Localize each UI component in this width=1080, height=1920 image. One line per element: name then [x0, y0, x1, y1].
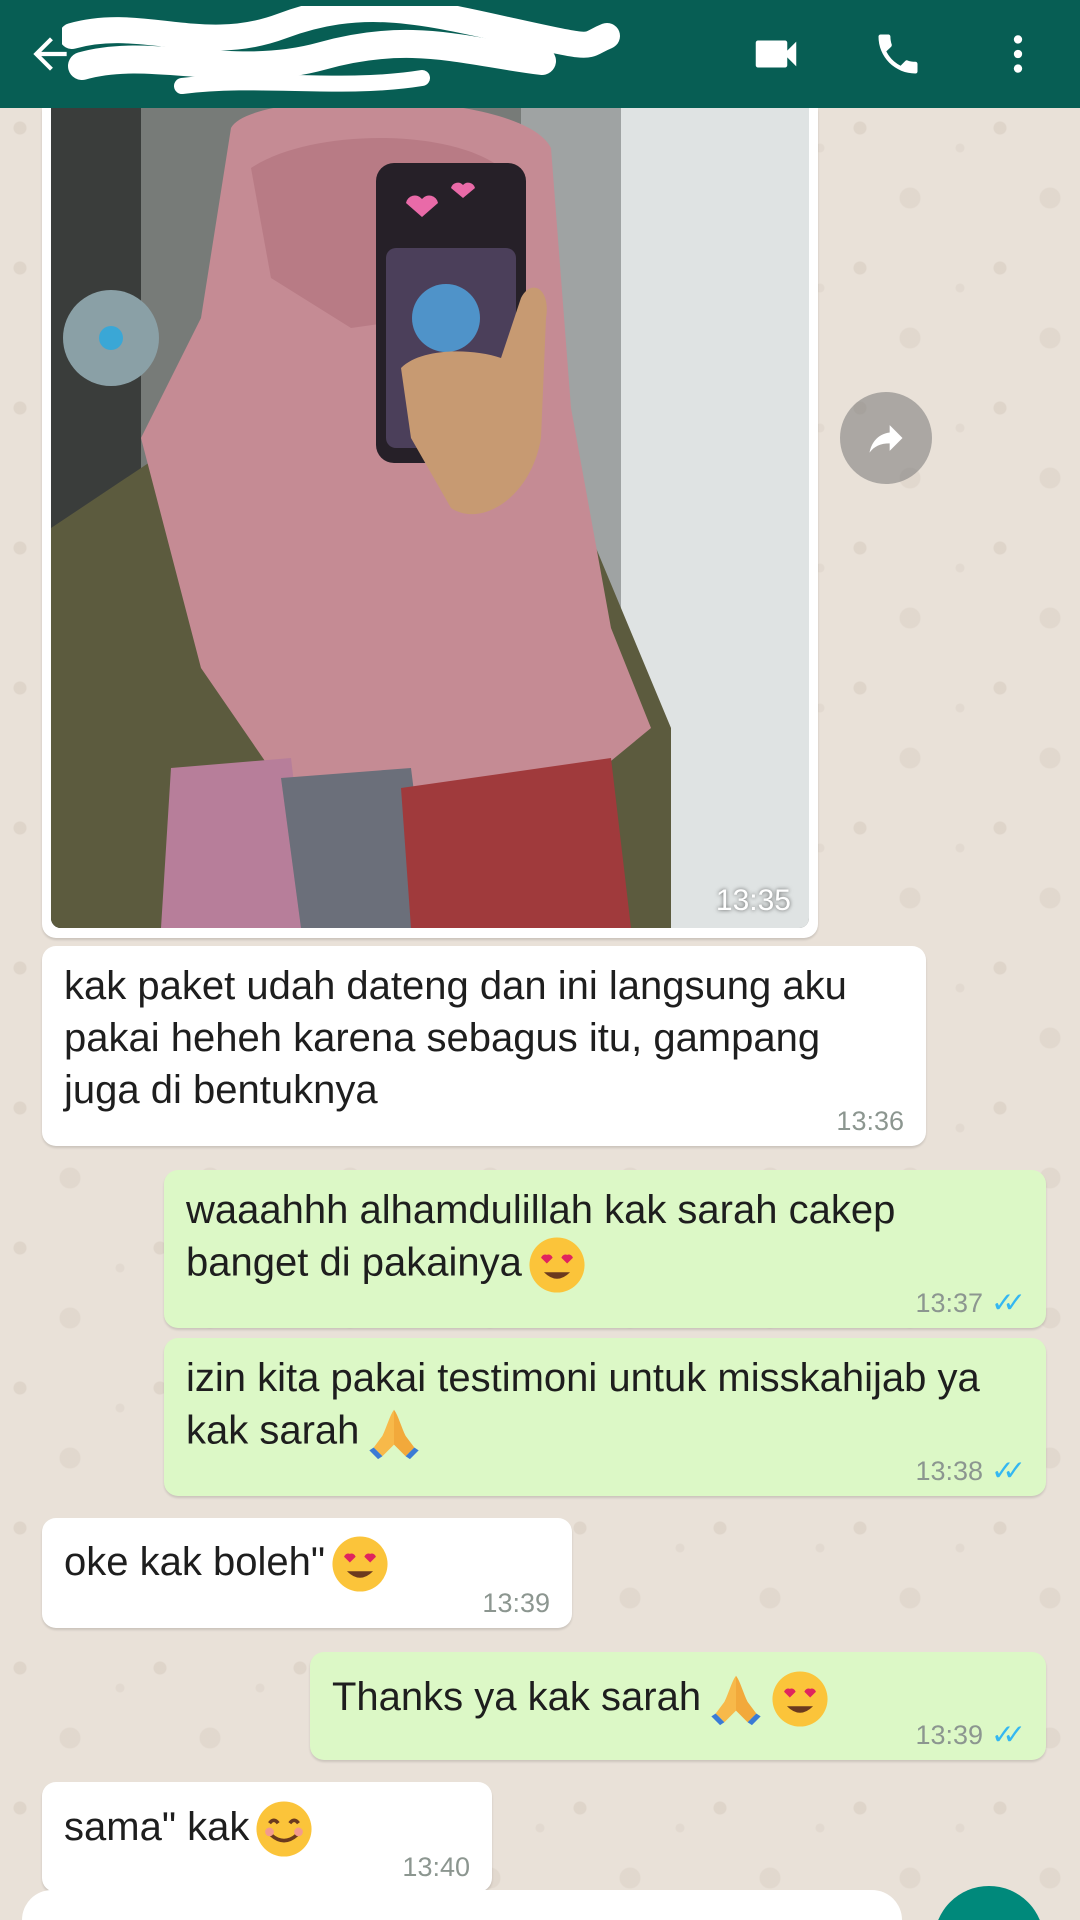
phone-icon: [878, 34, 918, 74]
message-time-label: 13:40: [402, 1852, 470, 1882]
message-text: izin kita pakai testimoni untuk misskahi…: [186, 1352, 1026, 1462]
message-bubble-outgoing[interactable]: izin kita pakai testimoni untuk misskahi…: [164, 1338, 1046, 1496]
message-text-content: Thanks ya kak sarah: [332, 1675, 702, 1719]
smiling-face-emoji-icon: [256, 1801, 312, 1857]
message-time: 13:39: [482, 1588, 550, 1618]
message-bubble-incoming[interactable]: sama" kak 13:40: [42, 1782, 492, 1892]
photo-message[interactable]: 13:35: [42, 108, 818, 938]
double-check-icon: ✓✓: [991, 1719, 1026, 1750]
heart-eyes-emoji-icon: [332, 1536, 388, 1592]
folded-hands-emoji-icon: [711, 1676, 761, 1726]
redaction-scribble: [59, 0, 620, 94]
forward-button[interactable]: [840, 392, 932, 484]
forward-icon: [869, 425, 903, 453]
message-time: 13:36: [836, 1106, 904, 1136]
video-call-button[interactable]: [736, 14, 816, 94]
message-text: sama" kak: [64, 1796, 470, 1858]
message-time-label: 13:39: [482, 1588, 550, 1618]
more-vert-icon: [1013, 35, 1023, 73]
mirror-selfie-image: [51, 108, 809, 928]
message-time: 13:39 ✓✓: [915, 1719, 1026, 1751]
overflow-menu-button[interactable]: [978, 14, 1058, 94]
message-text: oke kak boleh": [64, 1532, 550, 1593]
contact-name-redacted[interactable]: [59, 0, 622, 96]
double-check-icon: ✓✓: [991, 1287, 1026, 1318]
message-text: waaahhh alhamdulillah kak sarah cakep ba…: [186, 1184, 966, 1294]
message-bubble-outgoing[interactable]: Thanks ya kak sarah 13:39 ✓✓: [310, 1652, 1046, 1760]
message-time: 13:37 ✓✓: [915, 1287, 1026, 1319]
message-bubble-incoming[interactable]: oke kak boleh" 13:39: [42, 1518, 572, 1628]
chat-header: [0, 0, 1080, 108]
message-text-content: sama" kak: [64, 1805, 250, 1849]
message-text-content: oke kak boleh": [64, 1540, 326, 1584]
heart-eyes-emoji-icon: [772, 1671, 828, 1727]
message-time: 13:38 ✓✓: [915, 1455, 1026, 1487]
message-time: 13:40: [402, 1852, 470, 1882]
message-text-content: izin kita pakai testimoni untuk misskahi…: [186, 1356, 980, 1453]
message-time-label: 13:36: [836, 1106, 904, 1136]
double-check-icon: ✓✓: [991, 1455, 1026, 1486]
photo-image[interactable]: 13:35: [51, 108, 809, 928]
message-time-label: 13:38: [915, 1456, 984, 1486]
message-text: kak paket udah dateng dan ini langsung a…: [64, 964, 847, 1112]
message-time-label: 13:37: [915, 1288, 984, 1318]
photo-timestamp: 13:35: [715, 884, 791, 917]
folded-hands-emoji-icon: [369, 1409, 420, 1460]
video-camera-icon: [755, 40, 797, 68]
message-bubble-outgoing[interactable]: waaahhh alhamdulillah kak sarah cakep ba…: [164, 1170, 1046, 1328]
heart-eyes-emoji-icon: [529, 1237, 585, 1293]
message-time-label: 13:39: [915, 1720, 984, 1750]
message-input-bar[interactable]: [22, 1890, 902, 1920]
message-bubble-incoming[interactable]: kak paket udah dateng dan ini langsung a…: [42, 946, 926, 1146]
voice-call-button[interactable]: [858, 14, 938, 94]
